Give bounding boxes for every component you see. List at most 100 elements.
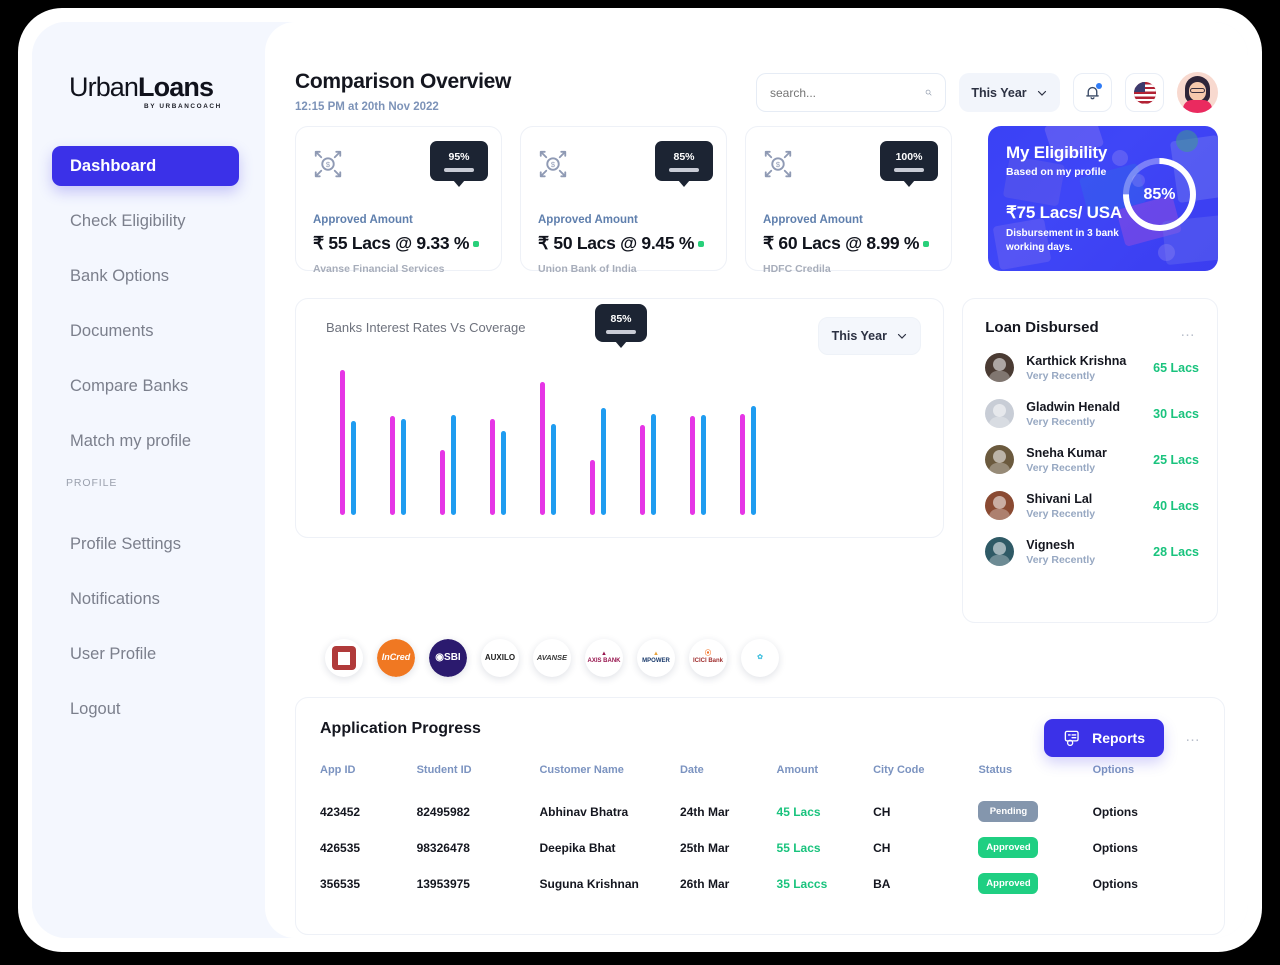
chart-bar[interactable] — [690, 416, 695, 515]
sidebar-item-bank-options[interactable]: Bank Options — [70, 257, 243, 296]
chart-bar[interactable] — [440, 449, 445, 515]
sidebar-item-user-profile[interactable]: User Profile — [70, 635, 243, 674]
cell-status: Approved — [978, 865, 1092, 901]
bank-logo-incred[interactable]: InCred — [377, 639, 415, 677]
sidebar-item-dashboard[interactable]: Dashboard — [52, 146, 239, 186]
sidebar-item-compare-banks[interactable]: Compare Banks — [70, 367, 243, 406]
list-item-time: Very Recently — [1026, 553, 1096, 566]
bank-logo-sbi[interactable]: ◉SBI — [429, 639, 467, 677]
reports-button-label: Reports — [1092, 730, 1145, 746]
bank-logo-icici[interactable]: ⦿ ICICI Bank — [689, 639, 727, 677]
main-content: Comparison Overview 12:15 PM at 20th Nov… — [265, 22, 1248, 938]
cell-student-id: 98326478 — [416, 840, 470, 855]
search-box[interactable] — [756, 73, 946, 112]
chart-bar[interactable] — [751, 406, 756, 515]
chart-bar[interactable] — [540, 381, 545, 515]
chart-bar[interactable] — [740, 413, 745, 515]
sidebar-item-notifications[interactable]: Notifications — [70, 580, 243, 619]
status-badge: Approved — [978, 873, 1039, 894]
list-item[interactable]: Shivani Lal Very Recently 40 Lacs — [985, 491, 1199, 520]
options-link[interactable]: Options — [1093, 805, 1138, 819]
table-row: 356535 13953975 Suguna Krishnan 26th Mar 35 … — [320, 865, 1198, 901]
sidebar-item-label: User Profile — [70, 645, 157, 663]
language-button[interactable] — [1125, 73, 1164, 112]
application-progress-card: Application Progress Reports … App ID Stu… — [295, 697, 1225, 935]
list-item-name: Vignesh — [1026, 537, 1075, 552]
chart-bar[interactable] — [590, 459, 595, 515]
sidebar-item-check-eligibility[interactable]: Check Eligibility — [70, 202, 243, 241]
cell-student-id: 82495982 — [416, 804, 470, 819]
sidebar-item-logout[interactable]: Logout — [70, 690, 243, 729]
chart-bar-group — [540, 370, 590, 515]
stat-card-amount: ₹ 50 Lacs @ 9.45 % — [538, 233, 695, 253]
stat-card-value: ₹ 55 Lacs @ 9.33 % — [313, 233, 484, 254]
brand-name-light: Urban — [69, 72, 139, 102]
reports-button[interactable]: Reports — [1044, 719, 1164, 757]
table-column-header: Student ID — [416, 764, 472, 776]
cell-customer-name: Deepika Bhat — [539, 840, 616, 855]
chart-bar[interactable] — [451, 414, 456, 515]
sidebar-item-profile-settings[interactable]: Profile Settings — [70, 525, 243, 564]
application-progress-menu-icon[interactable]: … — [1185, 728, 1202, 745]
list-item-time: Very Recently — [1026, 415, 1096, 428]
bank-logo-idfc[interactable] — [325, 639, 363, 677]
chart-bar[interactable] — [651, 413, 656, 515]
cell-app-id: 423452 — [320, 804, 361, 819]
cell-options[interactable]: Options — [1093, 865, 1198, 901]
stat-card-bank: Union Bank of India — [538, 263, 637, 275]
cell-options[interactable]: Options — [1093, 793, 1198, 829]
list-item[interactable]: Gladwin Henald Very Recently 30 Lacs — [985, 399, 1199, 428]
chart-bar[interactable] — [490, 419, 495, 515]
stat-card-label: Approved Amount — [313, 214, 413, 226]
stat-card: $95% Approved Amount ₹ 55 Lacs @ 9.33 % Ava… — [295, 126, 502, 275]
table-column-header: City Code — [873, 764, 925, 776]
table-row: 423452 82495982 Abhinav Bhatra 24th Mar 45 L… — [320, 793, 1198, 829]
page-subtitle: 12:15 PM at 20th Nov 2022 — [295, 101, 439, 113]
table-column-header: App ID — [320, 764, 356, 776]
stat-card-label: Approved Amount — [763, 214, 863, 226]
chart-bar[interactable] — [390, 416, 395, 515]
chart-bar[interactable] — [601, 407, 606, 515]
status-badge-value: 85% — [673, 150, 695, 163]
badge-bar — [669, 167, 699, 172]
list-item[interactable]: Sneha Kumar Very Recently 25 Lacs — [985, 445, 1199, 474]
sidebar-section-profile: PROFILE — [66, 477, 118, 489]
list-item-time: Very Recently — [1026, 369, 1096, 382]
eligibility-card[interactable]: My Eligibility Based on my profile ₹75 L… — [988, 126, 1218, 271]
loan-disbursed-menu-icon[interactable]: … — [1180, 323, 1197, 340]
list-item[interactable]: Vignesh Very Recently 28 Lacs — [985, 537, 1199, 566]
page-title: Comparison Overview — [295, 70, 512, 93]
options-link[interactable]: Options — [1093, 877, 1138, 891]
app-inner: UrbanLoans BY URBANCOACH Dashboard Check … — [32, 22, 1248, 938]
chart-bar[interactable] — [351, 420, 356, 515]
list-item-amount: 65 Lacs — [1153, 360, 1199, 375]
options-link[interactable]: Options — [1093, 841, 1138, 855]
user-avatar[interactable] — [1177, 72, 1218, 113]
chart-bar[interactable] — [401, 419, 406, 515]
period-select[interactable]: This Year — [959, 73, 1060, 112]
chart-bar[interactable] — [340, 370, 345, 515]
sidebar-item-match-my-profile[interactable]: Match my profile — [70, 422, 243, 461]
bank-logo-auxilo[interactable]: AUXILO — [481, 639, 519, 677]
list-item-time: Very Recently — [1026, 507, 1096, 520]
chart-bar[interactable] — [551, 423, 556, 515]
bank-logo-avanse[interactable]: AVANSE — [533, 639, 571, 677]
sidebar-item-documents[interactable]: Documents — [70, 312, 243, 351]
cell-customer-name: Abhinav Bhatra — [539, 804, 629, 819]
chart-bar[interactable] — [501, 430, 506, 515]
chart-bar[interactable] — [640, 425, 645, 515]
bank-logo-mpower[interactable]: ▲ MPOWER — [637, 639, 675, 677]
list-item[interactable]: Karthick Krishna Very Recently 65 Lacs — [985, 353, 1199, 382]
chart-bar[interactable] — [701, 414, 706, 515]
badge-bar — [444, 167, 474, 172]
us-flag-icon — [1133, 81, 1156, 104]
chart-period-select[interactable]: This Year — [818, 317, 922, 355]
search-input[interactable] — [770, 85, 925, 100]
bank-logo-axis[interactable]: ▲ AXIS BANK — [585, 639, 623, 677]
cell-options[interactable]: Options — [1093, 829, 1198, 865]
notifications-button[interactable] — [1073, 73, 1112, 112]
bank-logo-prodigy[interactable]: ✿ — [741, 639, 779, 677]
table-column-header: Amount — [776, 764, 819, 776]
trend-up-icon — [923, 241, 930, 247]
cell-city-code: BA — [873, 876, 891, 891]
